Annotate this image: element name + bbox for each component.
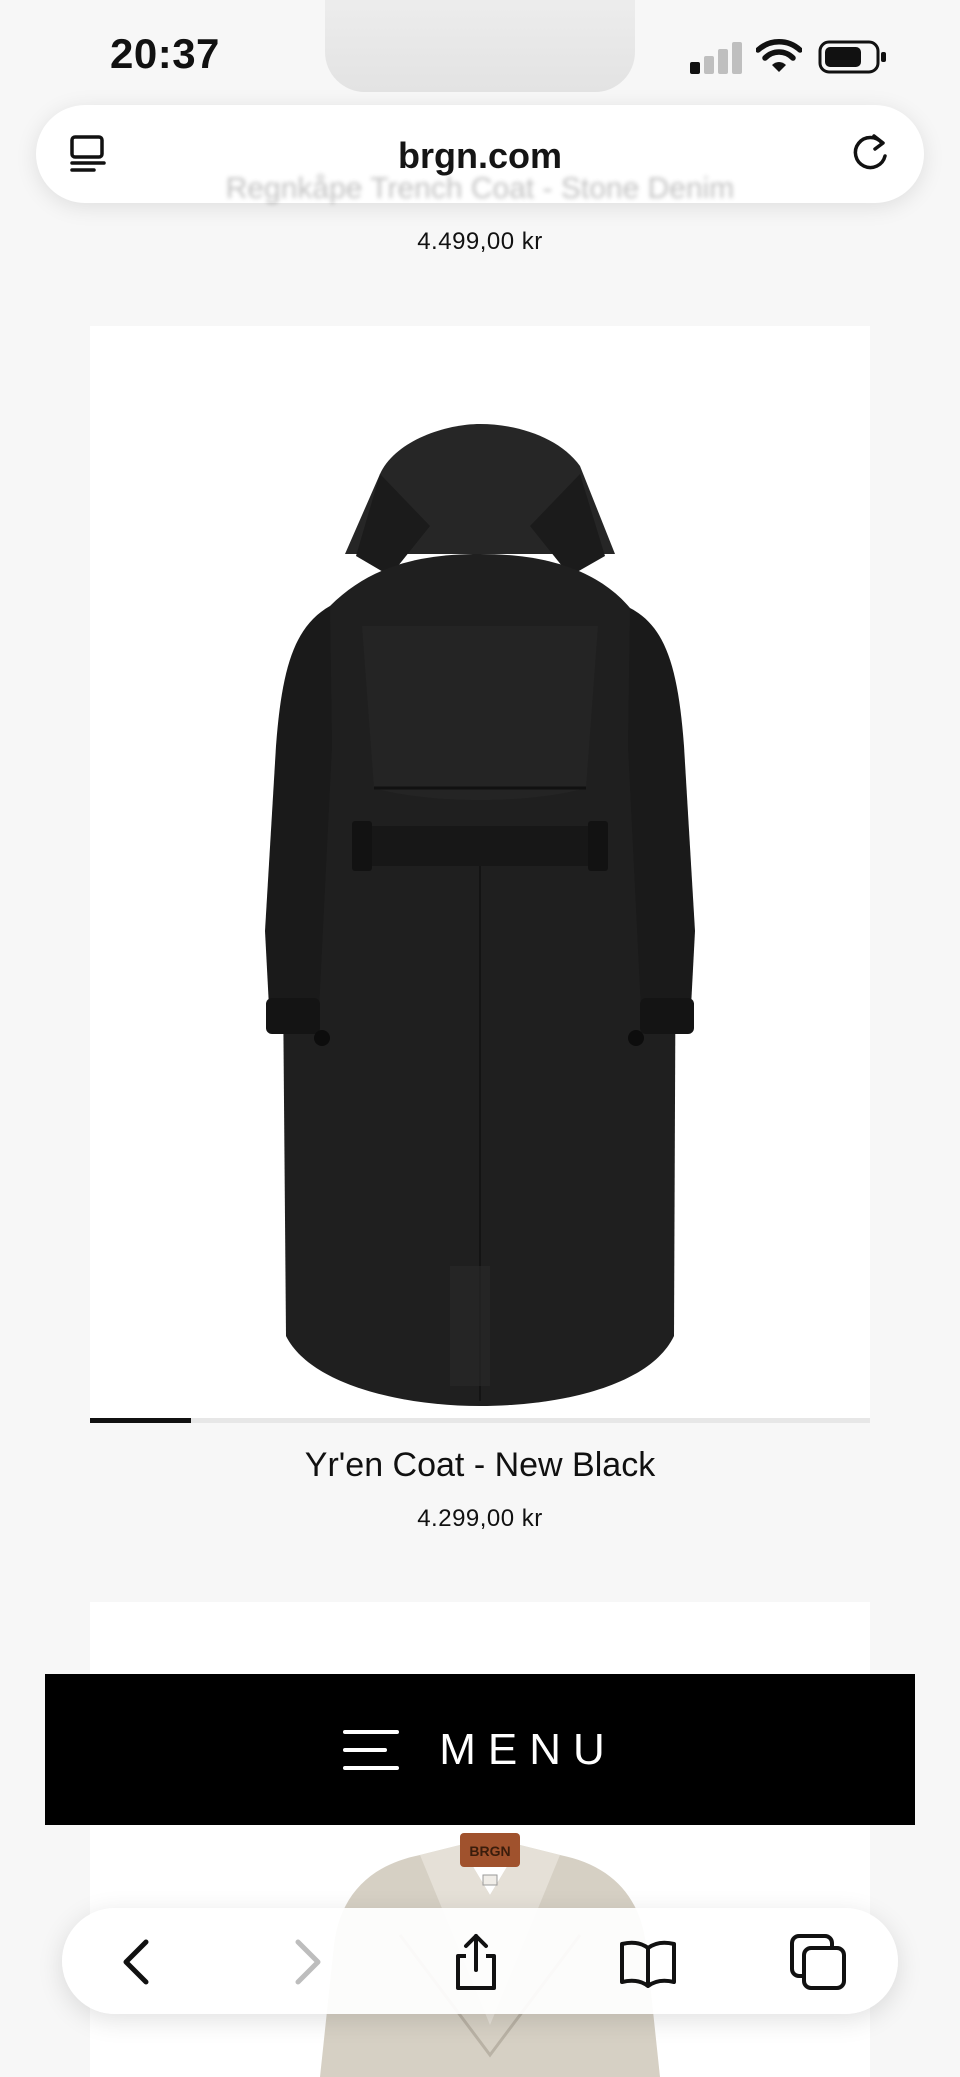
browser-toolbar: [62, 1908, 898, 2014]
url-text[interactable]: brgn.com: [36, 135, 924, 177]
image-carousel-progress: [90, 1418, 192, 1423]
image-carousel-progress-track: [90, 1418, 870, 1423]
tabs-icon[interactable]: [788, 1932, 848, 1992]
hamburger-icon: [343, 1729, 400, 1770]
share-icon[interactable]: [446, 1932, 506, 1992]
previous-product-title[interactable]: Regnkåpe Trench Coat - Stone Denim: [150, 172, 810, 206]
product-price: 4.299,00 kr: [417, 1505, 543, 1532]
status-time: 20:37: [110, 30, 220, 77]
svg-text:BRGN: BRGN: [469, 1843, 510, 1859]
reload-icon[interactable]: [848, 131, 892, 175]
wifi-icon: [756, 39, 802, 72]
battery-icon: [818, 40, 886, 74]
chevron-left-icon[interactable]: [108, 1932, 168, 1992]
book-icon[interactable]: [618, 1932, 678, 1992]
product-title[interactable]: Yr'en Coat - New Black: [0, 1446, 960, 1485]
product-image[interactable]: [90, 326, 870, 1418]
chevron-right-icon[interactable]: [276, 1932, 336, 1992]
previous-product-price: 4.499,00 kr: [417, 228, 543, 255]
menu-label: MENU: [439, 1724, 617, 1774]
previous-product-image-edge: [325, 0, 635, 92]
cellular-signal-icon: [690, 40, 742, 74]
black-coat-image: [265, 424, 695, 1406]
menu-button[interactable]: MENU: [45, 1674, 915, 1825]
